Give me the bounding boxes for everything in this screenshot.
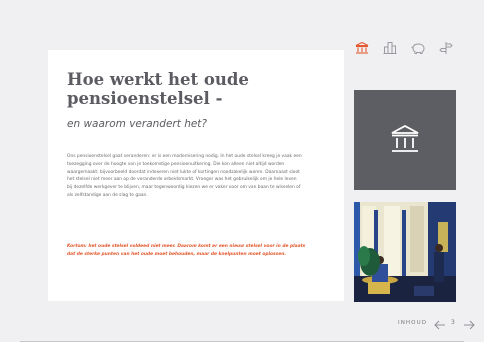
- article-title: Hoe werkt het oude pensioenstelsel -: [67, 70, 249, 108]
- category-tile[interactable]: [354, 90, 456, 190]
- signpost-icon[interactable]: [438, 40, 454, 56]
- contents-link[interactable]: INHOUD: [398, 320, 427, 326]
- article-quote: Kortom: het oude stelsel voldeed niet me…: [67, 244, 306, 257]
- piggy-bank-icon[interactable]: [410, 40, 426, 56]
- illustration-image: [354, 202, 456, 302]
- bottom-strip: [0, 342, 484, 348]
- buildings-icon[interactable]: [382, 40, 398, 56]
- arrow-right-icon[interactable]: [463, 317, 475, 330]
- arrow-left-icon[interactable]: [434, 317, 446, 330]
- page-number: 3: [451, 319, 455, 326]
- article-body: Ons pensioenstelsel gaat veranderen: er …: [67, 154, 302, 198]
- institution-icon[interactable]: [354, 40, 370, 56]
- article-subtitle: en waarom verandert het?: [67, 118, 207, 130]
- article-card: Hoe werkt het oude pensioenstelsel - en …: [48, 50, 344, 301]
- institution-tile-icon: [391, 124, 419, 152]
